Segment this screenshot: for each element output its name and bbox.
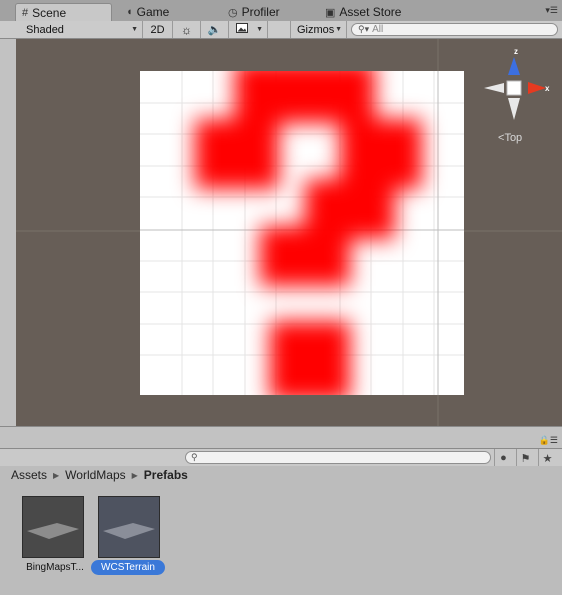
store-icon: ▣ (325, 6, 336, 19)
shading-mode-label: Shaded (26, 23, 64, 36)
toggle-2d-button[interactable]: 2D (143, 21, 173, 38)
terrain-plane[interactable] (140, 71, 464, 395)
project-toolbar: ⚲ ● ⚑ ★ (0, 448, 562, 468)
tab-profiler-label: Profiler (241, 5, 280, 19)
filter-by-label-button[interactable]: ⚑ (516, 449, 534, 467)
stopwatch-icon: ◷ (228, 6, 238, 19)
chevron-down-icon: ▼ (256, 26, 263, 33)
lock-icon[interactable]: 🔒☰ (539, 435, 558, 446)
audio-toggle[interactable]: 🔈 (201, 21, 229, 38)
star-icon: ★ (542, 452, 553, 465)
asset-name: BingMapsT... (26, 562, 84, 573)
prefab-thumbnail (22, 496, 84, 558)
window-tab-bar: # Scene ◖ Game ◷ Profiler ▣ Asset Store … (0, 0, 562, 22)
search-icon: ⚲▾ (358, 24, 370, 34)
gizmo-center-cube (506, 80, 522, 96)
pacman-icon: ◖ (126, 6, 133, 18)
shapes-icon: ● (500, 452, 507, 464)
question-mark-texture (195, 71, 422, 395)
tab-scene-label: Scene (32, 5, 67, 20)
gizmos-dropdown[interactable]: Gizmos ▼ (290, 21, 347, 38)
chevron-right-icon: ▶ (131, 470, 138, 480)
axis-neg-x-cone (484, 83, 504, 93)
breadcrumb-item[interactable]: Assets (11, 468, 47, 482)
chevron-down-icon: ▼ (131, 26, 138, 33)
project-search-input[interactable]: ⚲ (185, 451, 491, 464)
tag-icon: ⚑ (520, 452, 531, 465)
breadcrumb-item[interactable]: WorldMaps (65, 468, 125, 482)
asset-item-selected[interactable]: WCSTerrain (91, 496, 165, 575)
search-icon: ⚲ (191, 452, 198, 462)
favorites-button[interactable]: ★ (538, 449, 556, 467)
prefab-thumbnail (98, 496, 160, 558)
chevron-down-icon: ▼ (335, 26, 342, 33)
search-placeholder: All (372, 24, 384, 35)
axis-z-label: z (514, 47, 518, 56)
view-label[interactable]: <Top (498, 132, 522, 144)
sun-icon: ☼ (181, 22, 192, 37)
grid-icon: # (22, 6, 29, 19)
lighting-toggle[interactable]: ☼ (173, 21, 201, 38)
axis-x-cone (528, 82, 546, 94)
viewport-left-margin (0, 39, 16, 426)
shading-mode-dropdown[interactable]: Shaded ▼ (0, 21, 143, 38)
filter-by-type-button[interactable]: ● (494, 449, 512, 467)
project-browser: Assets ▶ WorldMaps ▶ Prefabs BingMapsT..… (0, 466, 562, 595)
axis-neg-z-cone (508, 98, 520, 120)
scene-toolbar: Shaded ▼ 2D ☼ 🔈 ▼ Gizmos ▼ ⚲▾ All (0, 21, 562, 39)
gizmos-label: Gizmos (297, 23, 335, 36)
breadcrumb-current[interactable]: Prefabs (144, 468, 188, 482)
axis-z-cone (508, 57, 520, 75)
scene-search-input[interactable]: ⚲▾ All (351, 23, 558, 36)
tab-menu-icon[interactable]: ▾☰ (545, 5, 558, 16)
tab-asset-store[interactable]: ▣ Asset Store (319, 3, 419, 21)
breadcrumb: Assets ▶ WorldMaps ▶ Prefabs (11, 468, 188, 482)
chevron-right-icon: ▶ (53, 470, 60, 480)
tab-game-label: Game (136, 5, 170, 19)
speaker-icon: 🔈 (207, 24, 222, 36)
orientation-gizmo[interactable]: z x (482, 45, 554, 127)
tab-asset-store-label: Asset Store (339, 5, 402, 19)
terrain-texture (140, 71, 464, 395)
asset-item[interactable]: BingMapsT... (22, 496, 84, 573)
tab-scene[interactable]: # Scene (15, 3, 112, 21)
tab-game[interactable]: ◖ Game (120, 3, 210, 21)
image-icon (236, 23, 248, 36)
tab-profiler[interactable]: ◷ Profiler (222, 3, 312, 21)
panel-divider: 🔒☰ (0, 426, 562, 449)
toggle-2d-label: 2D (150, 23, 165, 36)
scene-viewport[interactable]: z x <Top (16, 39, 562, 426)
view-label-text: Top (504, 132, 523, 144)
asset-name: WCSTerrain (91, 560, 165, 575)
effects-dropdown[interactable]: ▼ (229, 21, 268, 38)
axis-x-label: x (545, 84, 550, 93)
